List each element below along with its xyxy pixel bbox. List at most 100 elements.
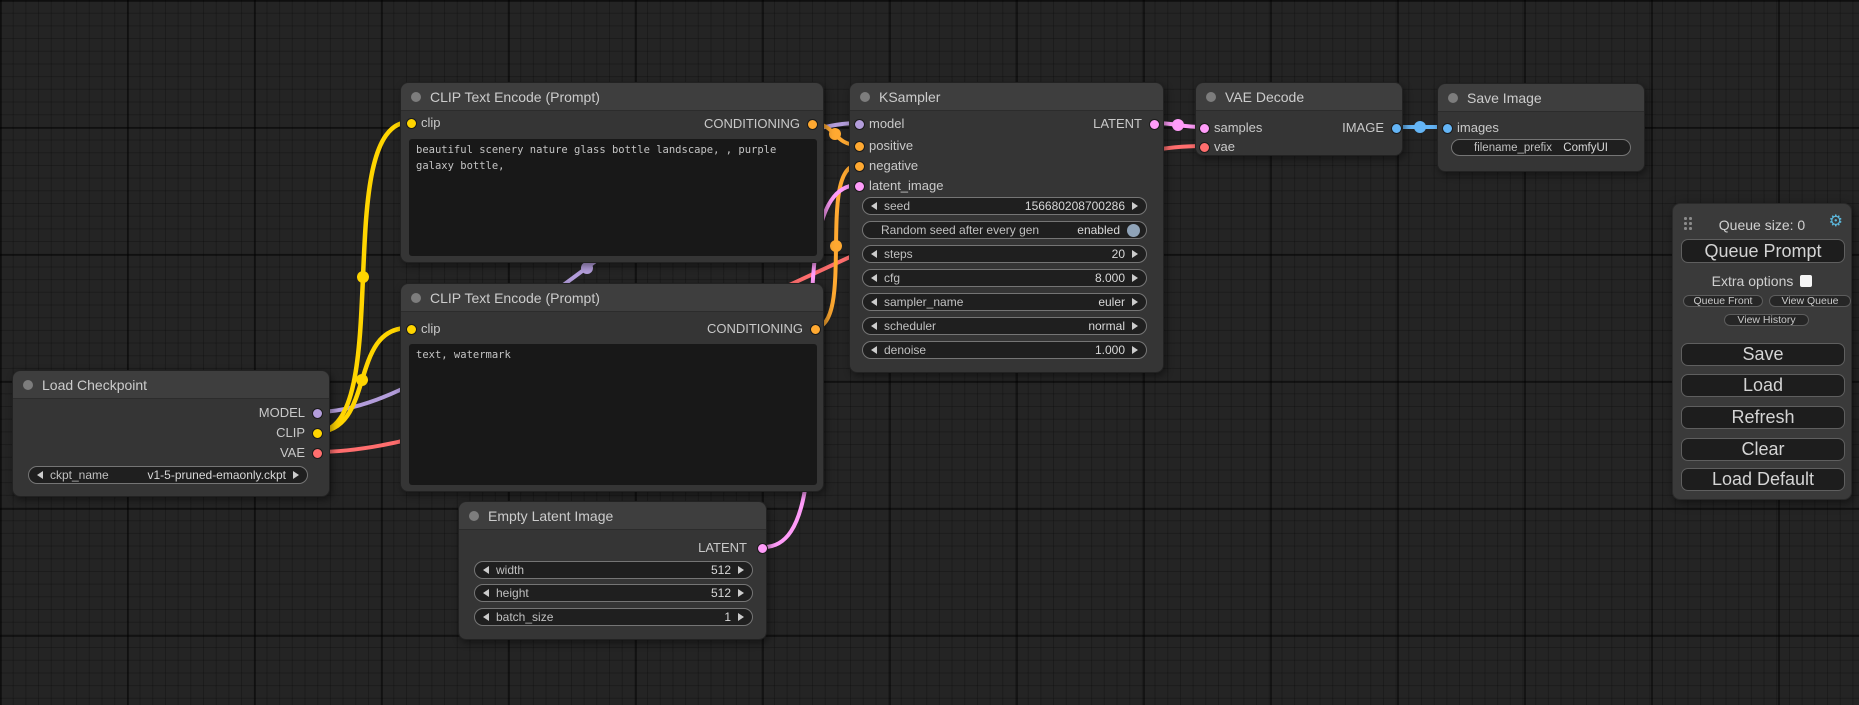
input-port-negative[interactable] [854, 161, 865, 172]
widget-label: Random seed after every gen [881, 223, 1039, 237]
refresh-button[interactable]: Refresh [1681, 406, 1845, 429]
collapse-dot-icon[interactable] [1448, 93, 1458, 103]
denoise-widget[interactable]: denoise 1.000 [862, 341, 1147, 359]
arrow-right-icon[interactable] [293, 471, 299, 479]
widget-value: 1.000 [1095, 343, 1125, 357]
queue-prompt-button[interactable]: Queue Prompt [1681, 239, 1845, 263]
node-header[interactable]: Load Checkpoint [13, 371, 329, 399]
arrow-right-icon[interactable] [738, 613, 744, 621]
collapse-dot-icon[interactable] [23, 380, 33, 390]
link-negative-conditioning-dot [830, 240, 842, 252]
input-label-images: images [1457, 121, 1499, 135]
settings-gear-icon[interactable]: ⚙ [1829, 213, 1843, 231]
save-button[interactable]: Save [1681, 343, 1845, 366]
input-port-samples[interactable] [1199, 123, 1210, 134]
node-header[interactable]: VAE Decode [1196, 83, 1402, 111]
arrow-right-icon[interactable] [1132, 274, 1138, 282]
sampler-name-widget[interactable]: sampler_name euler [862, 293, 1147, 311]
arrow-left-icon[interactable] [37, 471, 43, 479]
node-header[interactable]: CLIP Text Encode (Prompt) [401, 83, 823, 111]
output-port-image[interactable] [1391, 123, 1402, 134]
node-save-image[interactable]: Save Image images filename_prefix ComfyU… [1437, 83, 1645, 172]
arrow-left-icon[interactable] [871, 346, 877, 354]
arrow-left-icon[interactable] [871, 274, 877, 282]
arrow-left-icon[interactable] [871, 250, 877, 258]
steps-widget[interactable]: steps 20 [862, 245, 1147, 263]
input-port-clip[interactable] [406, 324, 417, 335]
comfyui-canvas[interactable]: { "colors": { "model_link": "#B39DDB", "… [0, 0, 1859, 705]
arrow-left-icon[interactable] [483, 589, 489, 597]
input-label-model: model [869, 117, 904, 131]
output-port-conditioning[interactable] [807, 119, 818, 130]
toggle-enabled-icon[interactable] [1127, 224, 1140, 237]
ckpt-name-widget[interactable]: ckpt_name v1-5-pruned-emaonly.ckpt [28, 466, 308, 484]
load-button[interactable]: Load [1681, 374, 1845, 397]
view-queue-button[interactable]: View Queue [1769, 295, 1851, 307]
collapse-dot-icon[interactable] [860, 92, 870, 102]
clear-button[interactable]: Clear [1681, 438, 1845, 461]
scheduler-widget[interactable]: scheduler normal [862, 317, 1147, 335]
arrow-left-icon[interactable] [871, 202, 877, 210]
node-load-checkpoint[interactable]: Load Checkpoint MODEL CLIP VAE ckpt_name… [12, 370, 330, 497]
input-label-positive: positive [869, 139, 913, 153]
widget-value: 20 [1112, 247, 1125, 261]
node-vae-decode[interactable]: VAE Decode samples vae IMAGE [1195, 82, 1403, 156]
input-port-latent-image[interactable] [854, 181, 865, 192]
node-header[interactable]: KSampler [850, 83, 1163, 111]
input-port-images[interactable] [1442, 123, 1453, 134]
prompt-text-input[interactable]: text, watermark [409, 344, 817, 485]
height-widget[interactable]: height 512 [474, 584, 753, 602]
input-label-samples: samples [1214, 121, 1262, 135]
output-port-latent[interactable] [1149, 119, 1160, 130]
node-header[interactable]: Empty Latent Image [459, 502, 766, 530]
width-widget[interactable]: width 512 [474, 561, 753, 579]
arrow-right-icon[interactable] [1132, 298, 1138, 306]
arrow-right-icon[interactable] [1132, 322, 1138, 330]
extra-options-label: Extra options [1712, 273, 1794, 289]
node-title: Save Image [1467, 90, 1542, 106]
link-image-dot [1414, 121, 1426, 133]
node-clip-text-encode-negative[interactable]: CLIP Text Encode (Prompt) clip CONDITION… [400, 283, 824, 492]
input-port-positive[interactable] [854, 141, 865, 152]
input-port-model[interactable] [854, 119, 865, 130]
arrow-left-icon[interactable] [871, 322, 877, 330]
output-port-clip[interactable] [312, 428, 323, 439]
arrow-right-icon[interactable] [738, 566, 744, 574]
queue-size-label: Queue size: 0 [1673, 217, 1851, 233]
output-port-model[interactable] [312, 408, 323, 419]
batch-size-widget[interactable]: batch_size 1 [474, 608, 753, 626]
input-port-vae[interactable] [1199, 142, 1210, 153]
arrow-left-icon[interactable] [483, 613, 489, 621]
output-port-vae[interactable] [312, 448, 323, 459]
input-port-clip[interactable] [406, 118, 417, 129]
queue-front-button[interactable]: Queue Front [1683, 295, 1763, 307]
output-port-conditioning[interactable] [810, 324, 821, 335]
load-default-button[interactable]: Load Default [1681, 468, 1845, 491]
collapse-dot-icon[interactable] [411, 293, 421, 303]
collapse-dot-icon[interactable] [1206, 92, 1216, 102]
node-clip-text-encode-positive[interactable]: CLIP Text Encode (Prompt) clip CONDITION… [400, 82, 824, 263]
cfg-widget[interactable]: cfg 8.000 [862, 269, 1147, 287]
arrow-right-icon[interactable] [1132, 346, 1138, 354]
widget-value: 8.000 [1095, 271, 1125, 285]
output-port-latent[interactable] [757, 543, 768, 554]
arrow-right-icon[interactable] [738, 589, 744, 597]
arrow-right-icon[interactable] [1132, 250, 1138, 258]
node-header[interactable]: Save Image [1438, 84, 1644, 112]
node-empty-latent-image[interactable]: Empty Latent Image LATENT width 512 heig… [458, 501, 767, 640]
view-history-button[interactable]: View History [1724, 314, 1809, 326]
arrow-right-icon[interactable] [1132, 202, 1138, 210]
node-header[interactable]: CLIP Text Encode (Prompt) [401, 284, 823, 312]
prompt-text-input[interactable]: beautiful scenery nature glass bottle la… [409, 139, 817, 256]
extra-options-checkbox[interactable] [1800, 275, 1812, 287]
seed-widget[interactable]: seed 156680208700286 [862, 197, 1147, 215]
collapse-dot-icon[interactable] [469, 511, 479, 521]
widget-value: 512 [711, 586, 731, 600]
collapse-dot-icon[interactable] [411, 92, 421, 102]
widget-label: seed [884, 199, 910, 213]
node-ksampler[interactable]: KSampler model positive negative latent_… [849, 82, 1164, 373]
arrow-left-icon[interactable] [871, 298, 877, 306]
arrow-left-icon[interactable] [483, 566, 489, 574]
filename-prefix-widget[interactable]: filename_prefix ComfyUI [1451, 139, 1631, 156]
random-seed-widget[interactable]: Random seed after every gen enabled [862, 221, 1147, 239]
